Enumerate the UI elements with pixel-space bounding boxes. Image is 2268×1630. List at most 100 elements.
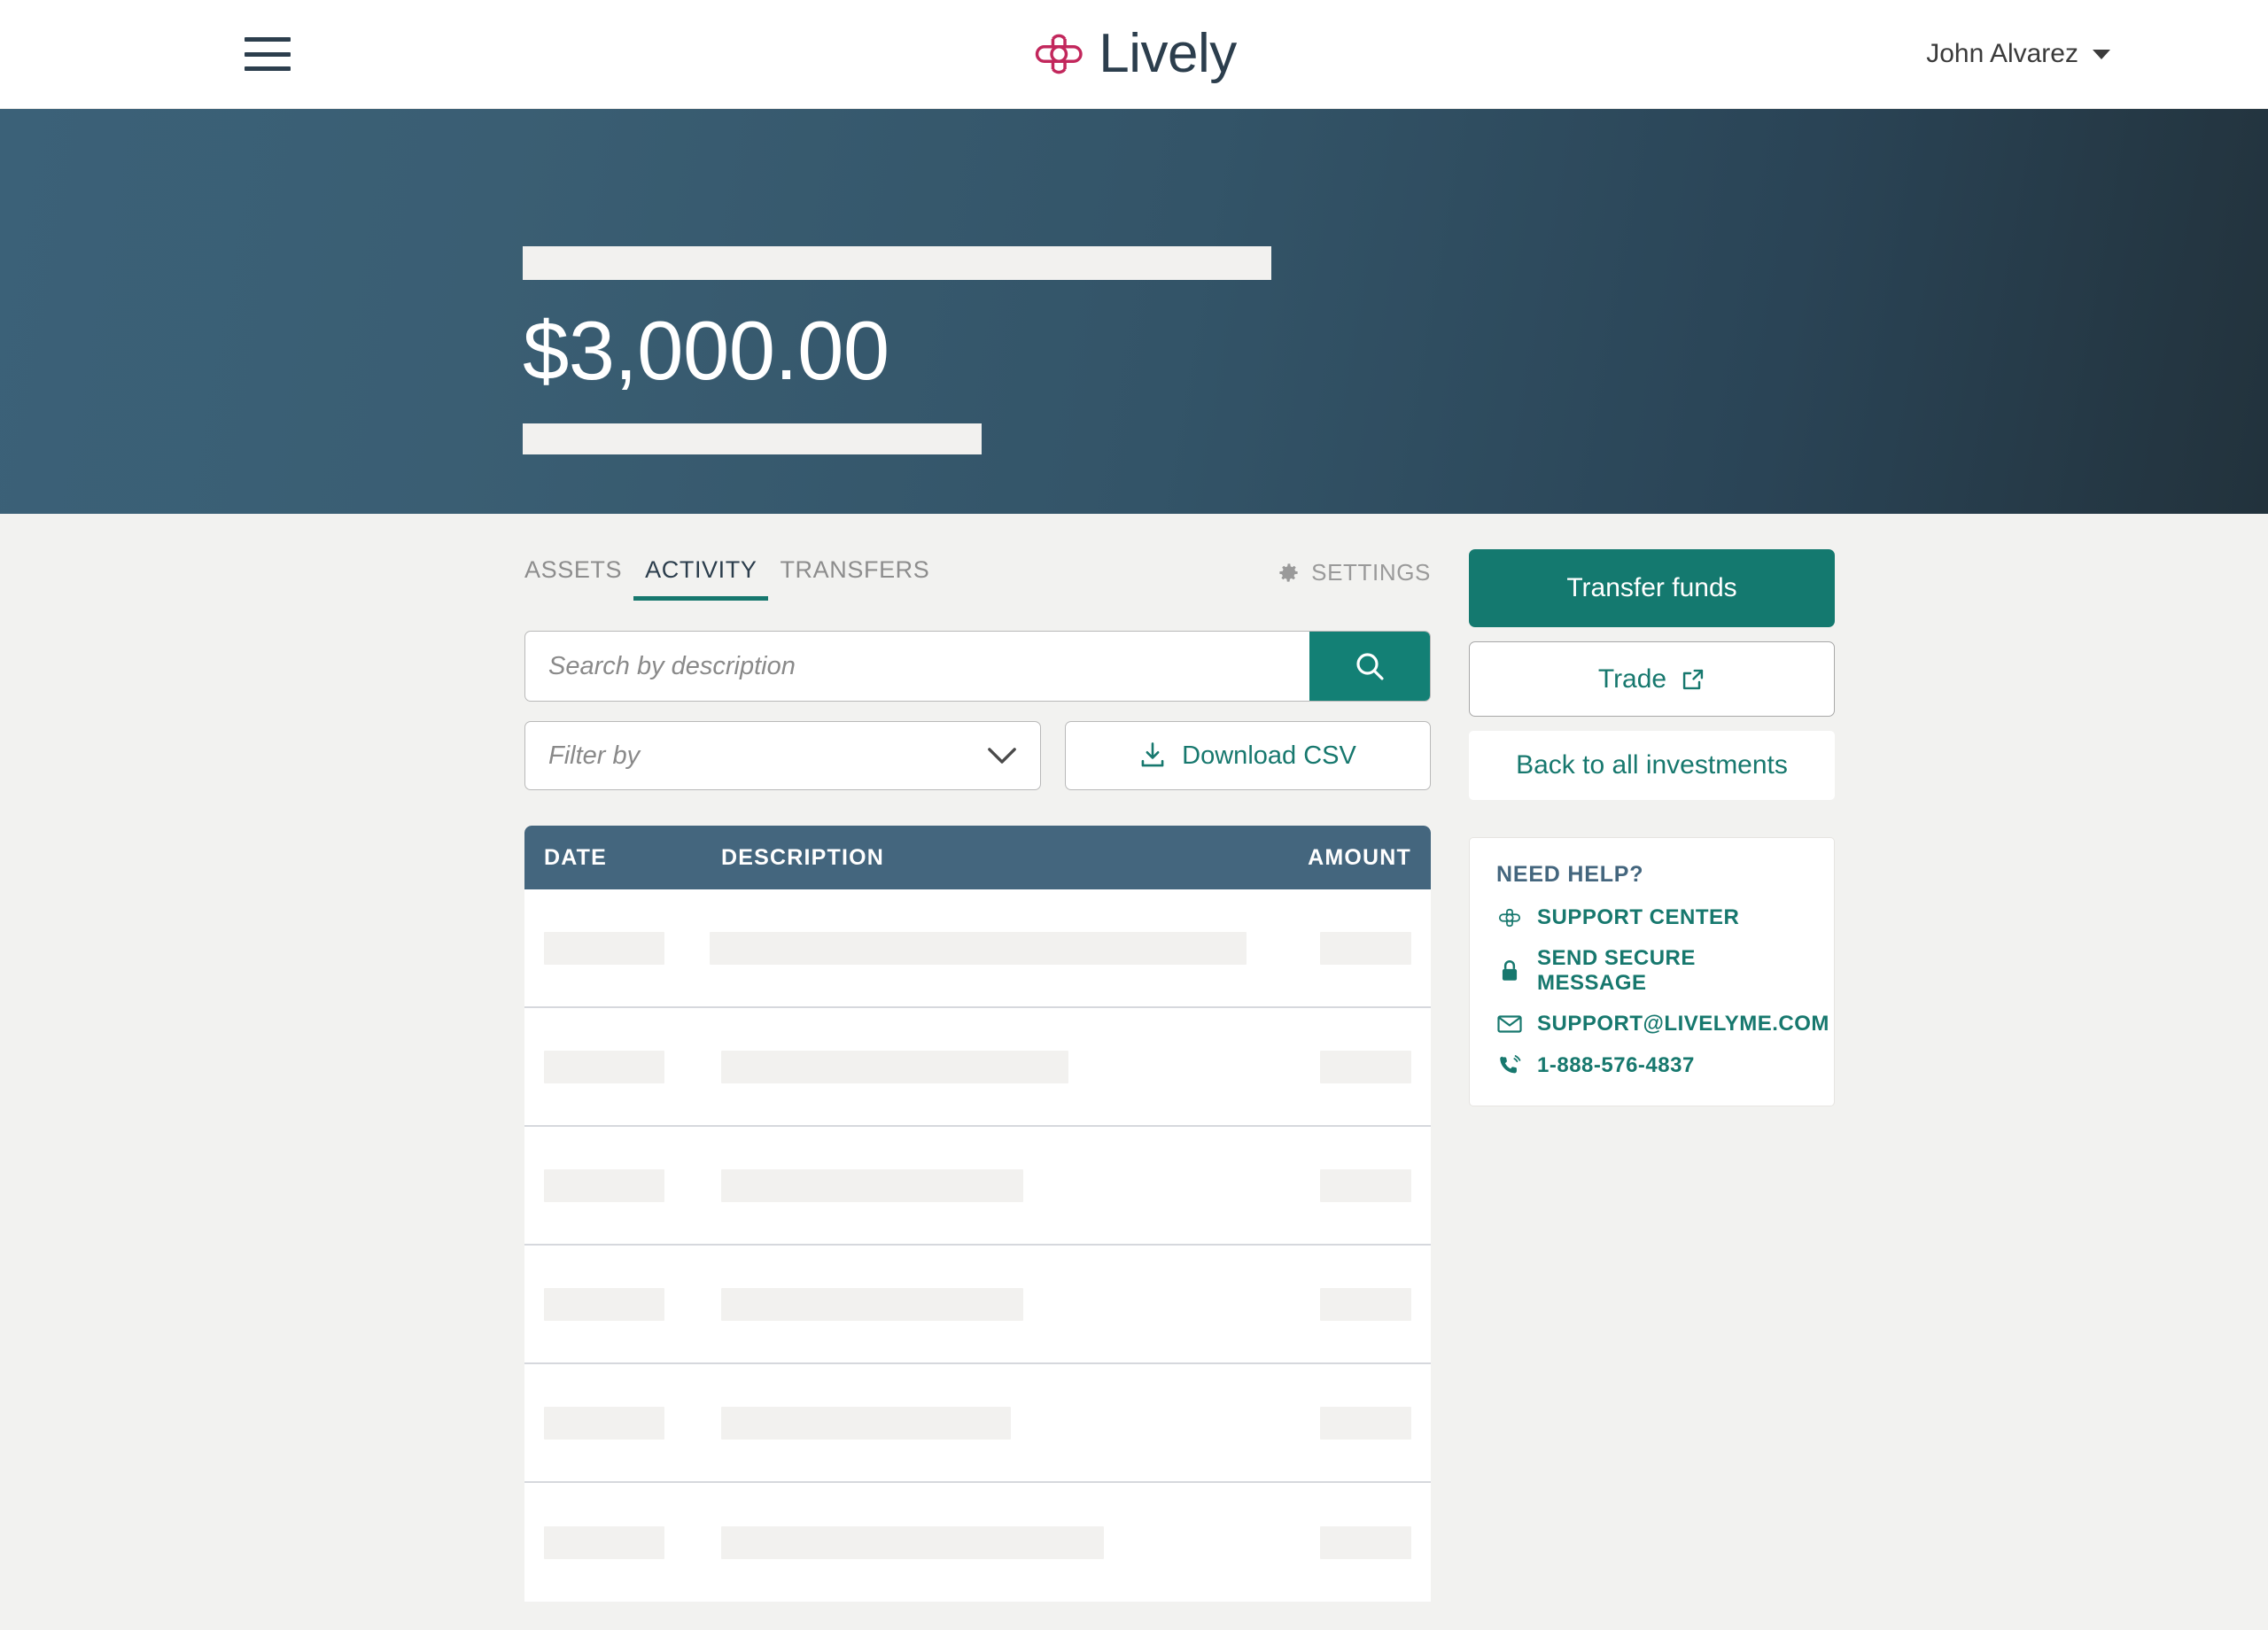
column-header-description: DESCRIPTION xyxy=(721,844,885,870)
cell-date xyxy=(544,1525,721,1559)
download-csv-label: Download CSV xyxy=(1182,741,1356,770)
cell-description xyxy=(721,1525,1234,1559)
table-row[interactable] xyxy=(524,1364,1431,1483)
brand-logo[interactable]: Lively xyxy=(1031,27,1237,82)
secure-message-label: SEND SECURE MESSAGE xyxy=(1537,946,1696,995)
support-email-label: SUPPORT@LIVELYME.COM xyxy=(1537,1012,1829,1036)
transfer-funds-button[interactable]: Transfer funds xyxy=(1469,549,1835,627)
cell-amount xyxy=(1247,931,1411,965)
external-link-icon xyxy=(1682,669,1704,689)
download-icon xyxy=(1141,742,1164,767)
envelope-icon xyxy=(1496,1011,1523,1037)
search-icon xyxy=(1356,653,1384,680)
column-header-amount: AMOUNT xyxy=(1308,844,1411,870)
tab-bar: ASSETS ACTIVITY TRANSFERS SETTINGS xyxy=(524,549,1431,608)
hamburger-line xyxy=(245,37,291,42)
skeleton-placeholder-date xyxy=(544,1287,664,1321)
main-content: ASSETS ACTIVITY TRANSFERS SETTINGS Searc… xyxy=(0,514,2268,1602)
account-balance-hero: $3,000.00 xyxy=(0,109,2268,514)
table-body xyxy=(524,889,1431,1602)
filter-by-select[interactable]: Filter by xyxy=(524,721,1041,790)
cell-description xyxy=(721,1406,1234,1440)
skeleton-placeholder-description xyxy=(721,1287,1023,1321)
cell-date xyxy=(544,931,710,965)
cell-description xyxy=(721,1050,1234,1083)
gear-icon xyxy=(1279,563,1298,582)
skeleton-placeholder-amount xyxy=(1320,1406,1411,1440)
skeleton-placeholder-description xyxy=(721,1525,1104,1559)
table-row[interactable] xyxy=(524,1008,1431,1127)
trade-button[interactable]: Trade xyxy=(1469,641,1835,717)
table-row[interactable] xyxy=(524,1246,1431,1364)
cell-date xyxy=(544,1168,721,1202)
filter-row: Filter by Download CSV xyxy=(524,721,1431,790)
search-button[interactable] xyxy=(1309,632,1430,701)
skeleton-placeholder-amount xyxy=(1320,1525,1411,1559)
cell-amount xyxy=(1234,1406,1411,1440)
download-csv-button[interactable]: Download CSV xyxy=(1065,721,1431,790)
cell-date xyxy=(544,1050,721,1083)
skeleton-placeholder-date xyxy=(544,1525,664,1559)
skeleton-placeholder-date xyxy=(544,1406,664,1440)
sidebar-actions: Transfer funds Trade Back to all investm… xyxy=(1469,514,1835,1106)
support-center-link[interactable]: SUPPORT CENTER xyxy=(1496,904,1807,931)
secure-message-link[interactable]: SEND SECURE MESSAGE xyxy=(1496,946,1807,996)
column-header-date: DATE xyxy=(544,844,607,870)
skeleton-placeholder-amount xyxy=(1320,1168,1411,1202)
skeleton-placeholder-description xyxy=(721,1406,1011,1440)
lively-cross-icon xyxy=(1496,904,1523,931)
support-email-link[interactable]: SUPPORT@LIVELYME.COM xyxy=(1496,1011,1829,1037)
support-phone-link[interactable]: 1-888-576-4837 xyxy=(1496,1052,1807,1079)
need-help-title: NEED HELP? xyxy=(1496,862,1644,887)
table-row[interactable] xyxy=(524,1127,1431,1246)
tab-transfers[interactable]: TRANSFERS xyxy=(768,556,941,601)
cell-date xyxy=(544,1406,721,1440)
trade-label: Trade xyxy=(1597,664,1667,694)
skeleton-placeholder-date xyxy=(544,1168,664,1202)
hamburger-line xyxy=(245,66,291,71)
table-header-row: DATE DESCRIPTION AMOUNT xyxy=(524,826,1431,889)
user-name-label: John Alvarez xyxy=(1926,39,2078,68)
hamburger-menu-icon[interactable] xyxy=(245,37,291,71)
table-row[interactable] xyxy=(524,1483,1431,1602)
user-menu[interactable]: John Alvarez xyxy=(1926,39,2110,69)
support-center-label: SUPPORT CENTER xyxy=(1537,905,1740,929)
activity-panel: ASSETS ACTIVITY TRANSFERS SETTINGS Searc… xyxy=(524,514,1431,1602)
tabs: ASSETS ACTIVITY TRANSFERS xyxy=(524,556,941,601)
skeleton-placeholder-description xyxy=(721,1050,1068,1083)
cell-amount xyxy=(1234,1287,1411,1321)
skeleton-placeholder-description xyxy=(709,931,1247,965)
cell-description xyxy=(709,931,1247,965)
cell-amount xyxy=(1234,1525,1411,1559)
skeleton-placeholder-date xyxy=(544,1050,664,1083)
skeleton-placeholder-amount xyxy=(1320,931,1411,965)
skeleton-placeholder-title xyxy=(523,246,1271,280)
need-help-card: NEED HELP? SUPPORT CENTER SEND SECURE ME… xyxy=(1469,837,1835,1106)
search-row xyxy=(524,631,1431,702)
skeleton-placeholder-description xyxy=(721,1168,1023,1202)
hero-content: $3,000.00 xyxy=(523,246,1271,454)
search-box xyxy=(524,631,1431,702)
support-phone-label: 1-888-576-4837 xyxy=(1537,1053,1695,1077)
filter-by-label: Filter by xyxy=(548,741,641,770)
skeleton-placeholder-subtitle xyxy=(523,423,982,454)
tab-activity[interactable]: ACTIVITY xyxy=(633,556,769,601)
activity-table: DATE DESCRIPTION AMOUNT xyxy=(524,826,1431,1602)
back-to-investments-button[interactable]: Back to all investments xyxy=(1469,731,1835,800)
chevron-down-icon xyxy=(988,748,1016,764)
cell-amount xyxy=(1234,1050,1411,1083)
skeleton-placeholder-amount xyxy=(1320,1287,1411,1321)
settings-link[interactable]: SETTINGS xyxy=(1277,559,1431,599)
tab-assets[interactable]: ASSETS xyxy=(513,556,633,601)
account-balance-amount: $3,000.00 xyxy=(523,304,889,397)
lock-icon xyxy=(1496,958,1523,984)
cell-date xyxy=(544,1287,721,1321)
cell-amount xyxy=(1234,1168,1411,1202)
lively-cross-icon xyxy=(1035,34,1083,74)
phone-icon xyxy=(1496,1052,1523,1079)
search-input[interactable] xyxy=(525,632,1309,701)
settings-label: SETTINGS xyxy=(1311,558,1431,586)
top-navigation-bar: Lively John Alvarez xyxy=(0,0,2268,109)
table-row[interactable] xyxy=(524,889,1431,1008)
skeleton-placeholder-date xyxy=(544,931,664,965)
